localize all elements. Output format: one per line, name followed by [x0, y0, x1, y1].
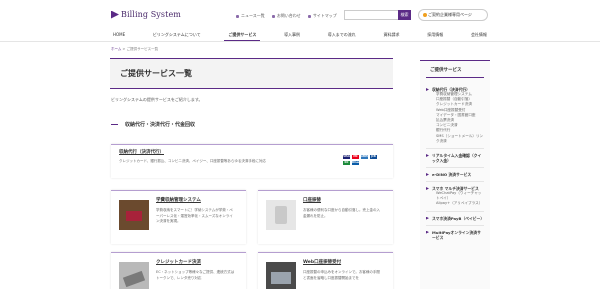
direct-debit-thumbnail: [266, 200, 296, 230]
section-bar: [111, 124, 118, 125]
credit-thumbnail: [119, 262, 149, 289]
card-desc: 学費収納をスマートに！学納システムが学費・ペーパーレス化・運営効率化・スムーズな…: [156, 208, 233, 223]
nav-recruit[interactable]: 採用情報: [427, 30, 443, 41]
sidebar-divider: [426, 167, 484, 169]
section-title: 収納代行・決済代行・代金回収: [125, 122, 196, 128]
sidebar-divider: [426, 148, 484, 150]
sidebar-item-edino[interactable]: e-DINO 決済サービス: [426, 172, 484, 177]
tuition-logo-icon: [126, 211, 142, 221]
nav-about[interactable]: ビリングシステムについて: [153, 30, 201, 41]
service-card-tuition[interactable]: 学費収納管理システム 学費収納をスマートに！学納システムが学費・ペーパーレス化・…: [111, 190, 246, 244]
credit-card-icon: [122, 270, 146, 288]
service-card-web-debit[interactable]: Web口座振替受付 口座振替の申込みをオンラインで。お客様の手間と書面を省略し口…: [258, 252, 393, 289]
card-desc: お客様の便利な口座から自動引落し。売上金の入金漏れを防止。: [303, 208, 380, 218]
chevron-right-icon: [426, 230, 429, 234]
sidebar-subitem[interactable]: WeChatPay（ウィーチャットペイ）: [426, 191, 484, 201]
diners-icon: Diners: [352, 161, 362, 165]
sidebar-item-label: MultiPayオンライン決済サービス: [432, 229, 481, 240]
util-link-news[interactable]: ニュース一覧: [236, 13, 265, 19]
document-icon: [275, 206, 287, 224]
sidebar-item-label: リアルタイム入金確認（クイック入金）: [432, 153, 482, 164]
chevron-right-icon: [426, 173, 429, 177]
sidebar-group-collection: 収納代行（決済代行） 学費収納管理システム 口座振替（自動引落） クレジットカー…: [420, 87, 490, 240]
util-link-sitemap[interactable]: サイトマップ: [307, 13, 337, 19]
service-card-direct-debit[interactable]: 口座振替 お客様の便利な口座から自動引落し。売上金の入金漏れを防止。: [258, 190, 393, 244]
sidebar-subitem[interactable]: Alipay+（アリペイプラス）: [426, 201, 484, 206]
util-link-news-label: ニュース一覧: [241, 13, 265, 18]
card-desc: クレジットカード、銀行振込、コンビニ決済、ペイジー、口座振替等あらゆる決済手段に…: [119, 159, 266, 163]
card-title[interactable]: クレジットカード決済: [156, 259, 201, 265]
breadcrumb: ホーム > ご提供サービス一覧: [111, 47, 158, 52]
breadcrumb-home[interactable]: ホーム: [111, 47, 121, 51]
nav-services[interactable]: ご提供サービス: [224, 30, 261, 41]
sidebar-item-label: e-DINO 決済サービス: [432, 172, 472, 178]
chevron-right-icon: [426, 187, 429, 191]
card-title[interactable]: 学費収納管理システム: [156, 197, 201, 203]
member-page-label: ご契約企業様専用ページ: [428, 12, 472, 17]
sidebar-divider: [426, 224, 484, 226]
news-icon: [236, 14, 239, 18]
util-link-sitemap-label: サイトマップ: [312, 13, 337, 18]
intro-text: ビリングシステムの提供サービスをご紹介します。: [111, 97, 203, 102]
sidebar-divider: [426, 210, 484, 212]
web-debit-thumbnail: [266, 262, 296, 289]
service-card-credit[interactable]: クレジットカード決済 EC・ネットショップ等様々なご提供、連続方式はトークンで、…: [111, 252, 246, 289]
mail-icon: [271, 14, 275, 18]
nav-divider: [0, 41, 600, 42]
logo-icon: [111, 10, 119, 19]
card-desc: EC・ネットショップ等様々なご提供、連続方式はトークンで、レンタ売り対応: [156, 270, 235, 280]
logo-text: Billing System: [121, 10, 181, 19]
sidebar-title: ご提供サービス: [430, 68, 462, 73]
laptop-icon: [271, 272, 291, 284]
search-button[interactable]: 検索: [398, 10, 411, 20]
sitemap-icon: [307, 14, 311, 18]
nav-cases[interactable]: 導入事例: [284, 30, 300, 41]
nav-flow[interactable]: 導入までの流れ: [328, 30, 356, 41]
sidebar-subitem[interactable]: SMS（ショートメール）リンク決済: [426, 134, 484, 144]
title-underline: [110, 88, 393, 89]
nav-home[interactable]: HOME: [113, 30, 125, 41]
member-page-button[interactable]: ご契約企業様専用ページ: [418, 9, 488, 21]
breadcrumb-current: ご提供サービス一覧: [126, 47, 159, 51]
search-input[interactable]: [344, 10, 399, 20]
sidebar: ご提供サービス 収納代行（決済代行） 学費収納管理システム 口座振替（自動引落）…: [420, 60, 490, 289]
member-icon: [423, 13, 427, 17]
global-nav: HOME ビリングシステムについて ご提供サービス 導入事例 導入までの流れ 資…: [110, 30, 490, 41]
sidebar-item-multipay[interactable]: MultiPayオンライン決済サービス: [426, 230, 484, 240]
util-link-contact[interactable]: お問い合わせ: [271, 13, 301, 19]
tuition-thumbnail: [119, 200, 149, 230]
sidebar-divider: [426, 181, 484, 183]
sidebar-item-payb[interactable]: スマホ決済PayB（ペイビー）: [426, 216, 484, 221]
chevron-right-icon: [426, 154, 429, 158]
nav-docs[interactable]: 資料請求: [384, 30, 400, 41]
sidebar-item-label: スマホ決済PayB（ペイビー）: [432, 215, 485, 221]
util-link-contact-label: お問い合わせ: [276, 13, 301, 18]
site-logo[interactable]: Billing System: [111, 10, 181, 19]
service-card-collection[interactable]: 収納代行（決済代行） クレジットカード、銀行振込、コンビニ決済、ペイジー、口座振…: [111, 144, 393, 178]
nav-company[interactable]: 会社情報: [471, 30, 487, 41]
page-title-block: ご提供サービス一覧: [110, 58, 393, 88]
visa-icon: VISA: [343, 155, 350, 159]
card-desc: 口座振替の申込みをオンラインで。お客様の手間と書面を省略し口座振替開始までを: [303, 270, 380, 280]
card-title[interactable]: Web口座振替受付: [303, 259, 341, 265]
utility-links: ニュース一覧 お問い合わせ サイトマップ: [236, 13, 337, 19]
section-heading: 収納代行・決済代行・代金回収: [111, 121, 195, 128]
sidebar-underline: [426, 77, 484, 78]
jcb-icon: JCB: [370, 155, 377, 159]
site-header: Billing System ニュース一覧 お問い合わせ サイトマップ 検索 ご…: [0, 0, 600, 30]
payment-logos: VISA MC AMEX JCB DC Diners: [343, 155, 383, 165]
chevron-right-icon: [426, 88, 429, 91]
sidebar-item-quick[interactable]: リアルタイム入金確認（クイック入金）: [426, 153, 484, 163]
mastercard-icon: MC: [352, 155, 359, 159]
chevron-right-icon: [426, 216, 429, 220]
dc-icon: DC: [343, 161, 350, 165]
card-title[interactable]: 口座振替: [303, 197, 321, 203]
amex-icon: AMEX: [361, 155, 370, 159]
page-title: ご提供サービス一覧: [120, 69, 192, 78]
